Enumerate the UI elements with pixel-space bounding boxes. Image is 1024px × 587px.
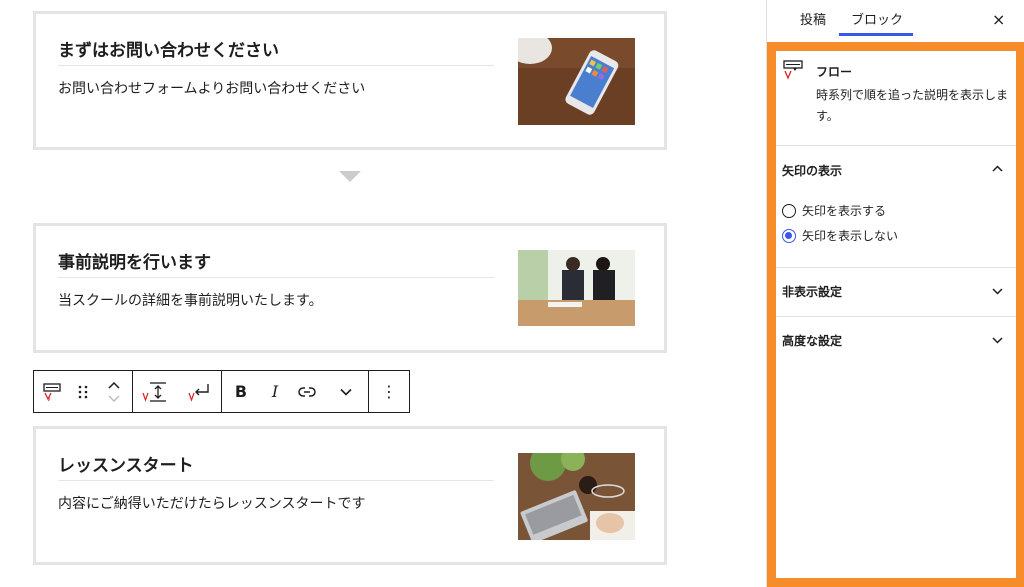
flow-item-1[interactable]: まずはお問い合わせください お問い合わせフォームよりお問い合わせください bbox=[33, 11, 667, 150]
flow-block-icon[interactable]: v bbox=[34, 371, 70, 412]
more-options-button[interactable]: ⋮ bbox=[369, 371, 409, 412]
toolbar-group-block: v bbox=[34, 371, 133, 412]
radio-hide-arrow[interactable]: 矢印を表示しない bbox=[782, 227, 898, 244]
chevron-up-icon[interactable] bbox=[992, 162, 1003, 175]
flow-item-text: 当スクールの詳細を事前説明いたします。 bbox=[58, 293, 323, 309]
radio-button-selected[interactable] bbox=[782, 228, 796, 243]
link-icon[interactable] bbox=[290, 371, 324, 412]
block-settings-panel: フロー 時系列で順を追った説明を表示します。 矢印の表示 矢印を表示する 矢印を… bbox=[767, 42, 1024, 587]
italic-button[interactable]: I bbox=[260, 371, 290, 412]
radio-button[interactable] bbox=[782, 203, 796, 218]
radio-label: 矢印を表示する bbox=[802, 204, 887, 218]
section-title[interactable]: 矢印の表示 bbox=[782, 162, 842, 179]
flow-item-title: 事前説明を行います bbox=[58, 253, 211, 273]
sidebar-tabs: 投稿 ブロック × bbox=[767, 0, 1024, 43]
flow-item-text: 内容にご納得いただけたらレッスンスタートです bbox=[58, 496, 366, 512]
bold-button[interactable]: B bbox=[222, 371, 260, 412]
flow-spacing-icon[interactable] bbox=[133, 371, 177, 412]
block-card: フロー 時系列で順を追った説明を表示します。 bbox=[776, 51, 1016, 146]
active-tab-indicator bbox=[839, 33, 913, 36]
advanced-settings-section[interactable]: 高度な設定 bbox=[776, 316, 1016, 364]
flow-item-text: お問い合わせフォームよりお問い合わせください bbox=[58, 81, 366, 97]
tab-block[interactable]: ブロック bbox=[851, 9, 903, 28]
flow-item-title: まずはお問い合わせください bbox=[58, 41, 279, 61]
flow-item-image-smartphone bbox=[518, 38, 635, 125]
flow-arrow-icon bbox=[339, 171, 361, 182]
section-title[interactable]: 非表示設定 bbox=[782, 283, 842, 300]
flow-item-2[interactable]: 事前説明を行います 当スクールの詳細を事前説明いたします。 bbox=[33, 223, 667, 353]
drag-handle-icon[interactable] bbox=[70, 371, 96, 412]
toolbar-group-flow bbox=[133, 371, 222, 412]
flow-item-3[interactable]: レッスンスタート 内容にご納得いただけたらレッスンスタートです bbox=[33, 426, 667, 565]
radio-label: 矢印を表示しない bbox=[802, 229, 899, 243]
flow-block-icon bbox=[783, 60, 803, 80]
toolbar-group-options: ⋮ bbox=[369, 371, 409, 412]
tab-post[interactable]: 投稿 bbox=[800, 9, 826, 28]
flow-item-image-laptop bbox=[518, 453, 635, 540]
chevron-down-icon[interactable] bbox=[992, 285, 1003, 298]
divider bbox=[58, 480, 494, 481]
svg-text:v: v bbox=[47, 396, 51, 402]
block-toolbar: v B I ⋮ bbox=[33, 370, 410, 413]
divider bbox=[58, 277, 494, 278]
chevron-down-icon[interactable] bbox=[324, 371, 368, 412]
flow-item-title: レッスンスタート bbox=[58, 456, 194, 476]
flow-item-image-meeting bbox=[518, 250, 635, 326]
section-title[interactable]: 高度な設定 bbox=[782, 332, 842, 349]
chevron-down-icon[interactable] bbox=[992, 334, 1003, 347]
hidden-settings-section[interactable]: 非表示設定 bbox=[776, 267, 1016, 317]
settings-sidebar: 投稿 ブロック × フロー 時系列で順を追った説明を表示します。 矢印の表示 矢… bbox=[766, 0, 1024, 587]
close-icon[interactable]: × bbox=[992, 10, 1005, 29]
block-name: フロー bbox=[816, 65, 853, 79]
toolbar-group-format: B I bbox=[222, 371, 369, 412]
move-up-down[interactable] bbox=[96, 371, 132, 412]
block-description: 時系列で順を追った説明を表示します。 bbox=[816, 88, 1009, 123]
arrow-display-section: 矢印の表示 矢印を表示する 矢印を表示しない bbox=[776, 145, 1016, 268]
divider bbox=[58, 65, 494, 66]
radio-show-arrow[interactable]: 矢印を表示する bbox=[782, 202, 886, 219]
flow-return-icon[interactable] bbox=[177, 371, 221, 412]
